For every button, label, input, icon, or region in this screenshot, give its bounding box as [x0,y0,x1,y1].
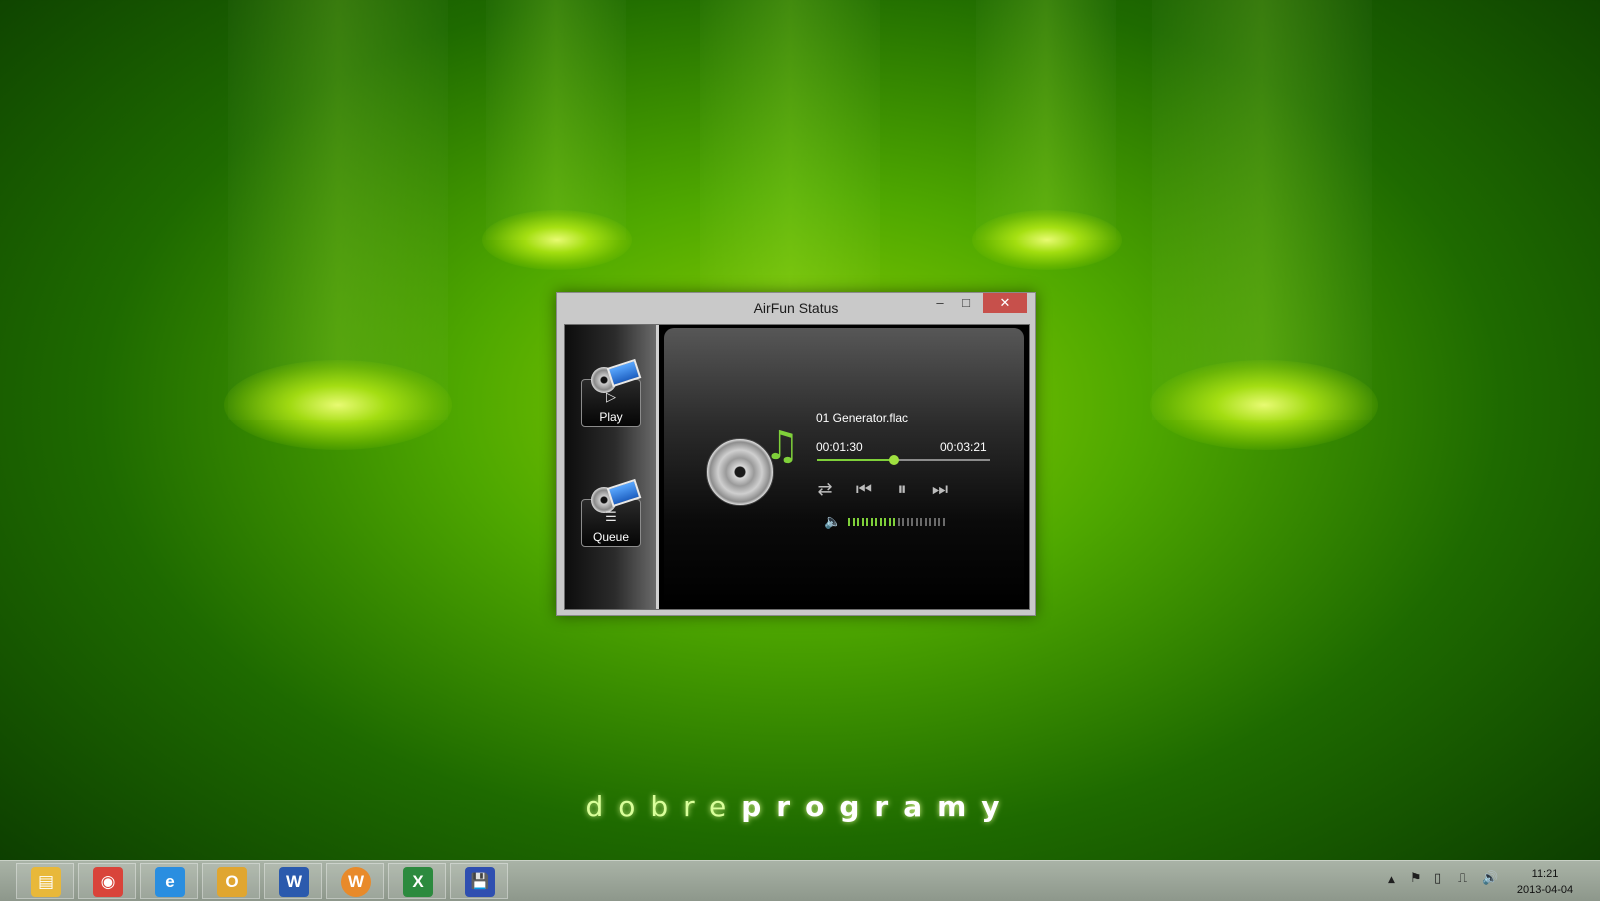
volume-segment [911,518,913,526]
queue-button[interactable]: ☰ Queue [581,478,642,547]
queue-icon: ☰ [605,509,617,524]
now-playing-panel: ♫ 01 Generator.flac 00:01:30 00:03:21 ⇄ … [664,328,1024,606]
volume-segment [861,518,864,526]
light-glow [972,210,1122,270]
volume-segment [938,518,940,526]
clock-date: 2013-04-04 [1516,884,1574,896]
next-button[interactable]: ⏭ [927,478,953,502]
light-glow [1150,360,1378,450]
volume-segment [933,518,936,526]
close-button[interactable]: ✕ [983,293,1027,313]
airfun-status-window: AirFun Status – □ ✕ ▷ Play ☰ Queue ♫ 01 … [556,292,1036,616]
volume-segment [852,518,855,526]
volume-segment [848,518,850,526]
tray-overflow-icon[interactable]: ▲ [1388,875,1395,885]
maximize-button[interactable]: □ [953,293,979,313]
light-beam [700,0,880,300]
excel-icon: X [403,867,433,897]
taskbar-app-outlook[interactable]: O [202,863,260,899]
volume-segment [870,518,873,526]
wallpaper-brand-text: dobreprogramy [585,790,1015,823]
volume-segment [920,518,922,526]
taskbar-app-internet-explorer[interactable]: e [140,863,198,899]
file-explorer-icon: ▤ [31,867,61,897]
taskbar: ▤ ◉ e O W W X 💾 [0,860,1600,901]
outlook-icon: O [217,867,247,897]
light-beam [1152,0,1372,420]
light-glow [224,360,452,450]
total-time: 00:03:21 [940,440,987,454]
music-note-icon: ♫ [764,423,800,469]
volume-segment [906,518,909,526]
taskbar-clock[interactable]: 11:21 2013-04-04 [1508,866,1582,898]
window-client-area: ▷ Play ☰ Queue ♫ 01 Generator.flac 00:01… [564,324,1030,610]
tray-volume-icon[interactable]: 🔊 [1482,871,1498,886]
elapsed-time: 00:01:30 [816,440,863,454]
seek-progress [817,459,895,461]
light-beam [976,0,1116,240]
minimize-button[interactable]: – [927,293,953,313]
volume-segment [929,518,931,526]
seek-slider[interactable] [817,455,990,465]
taskbar-app-wisdom[interactable]: W [326,863,384,899]
light-beam [486,0,626,240]
taskbar-app-chrome[interactable]: ◉ [78,863,136,899]
volume-segment [924,518,927,526]
light-glow [482,210,632,270]
power-icon[interactable]: ▯ [1434,871,1441,886]
floppy-disk-icon: 💾 [465,867,495,897]
window-titlebar[interactable]: AirFun Status – □ ✕ [557,293,1035,323]
action-center-flag-icon[interactable]: ⚑ [1410,871,1422,886]
chrome-icon: ◉ [93,867,123,897]
internet-explorer-icon: e [155,867,185,897]
sidebar: ▷ Play ☰ Queue [565,325,659,609]
repeat-off-button[interactable]: ⇄ [812,478,838,502]
volume-segment [857,518,859,526]
pause-button[interactable]: ⏸ [889,478,915,502]
volume-segment [888,518,891,526]
volume-segment [884,518,886,526]
wisdom-app-icon: W [341,867,371,897]
network-icon[interactable]: ⎍ [1458,871,1467,886]
word-icon: W [279,867,309,897]
taskbar-app-excel[interactable]: X [388,863,446,899]
volume-slider[interactable] [848,518,948,526]
volume-segment [893,518,895,526]
taskbar-app-word[interactable]: W [264,863,322,899]
speaker-icon[interactable]: 🔈 [824,514,841,530]
clock-time: 11:21 [1531,868,1559,880]
volume-segment [866,518,868,526]
taskbar-app-save[interactable]: 💾 [450,863,508,899]
queue-label: Queue [592,530,630,544]
play-label: Play [599,410,623,424]
track-title: 01 Generator.flac [816,411,909,425]
play-icon: ▷ [606,389,616,404]
volume-segment [942,518,945,526]
previous-button[interactable]: ⏮ [851,478,877,502]
seek-handle[interactable] [889,455,900,465]
play-button[interactable]: ▷ Play [581,358,642,427]
volume-segment [875,518,877,526]
volume-segment [897,518,900,526]
volume-segment [915,518,918,526]
volume-segment [902,518,904,526]
volume-segment [879,518,882,526]
light-beam [228,0,448,420]
taskbar-app-file-explorer[interactable]: ▤ [16,863,74,899]
